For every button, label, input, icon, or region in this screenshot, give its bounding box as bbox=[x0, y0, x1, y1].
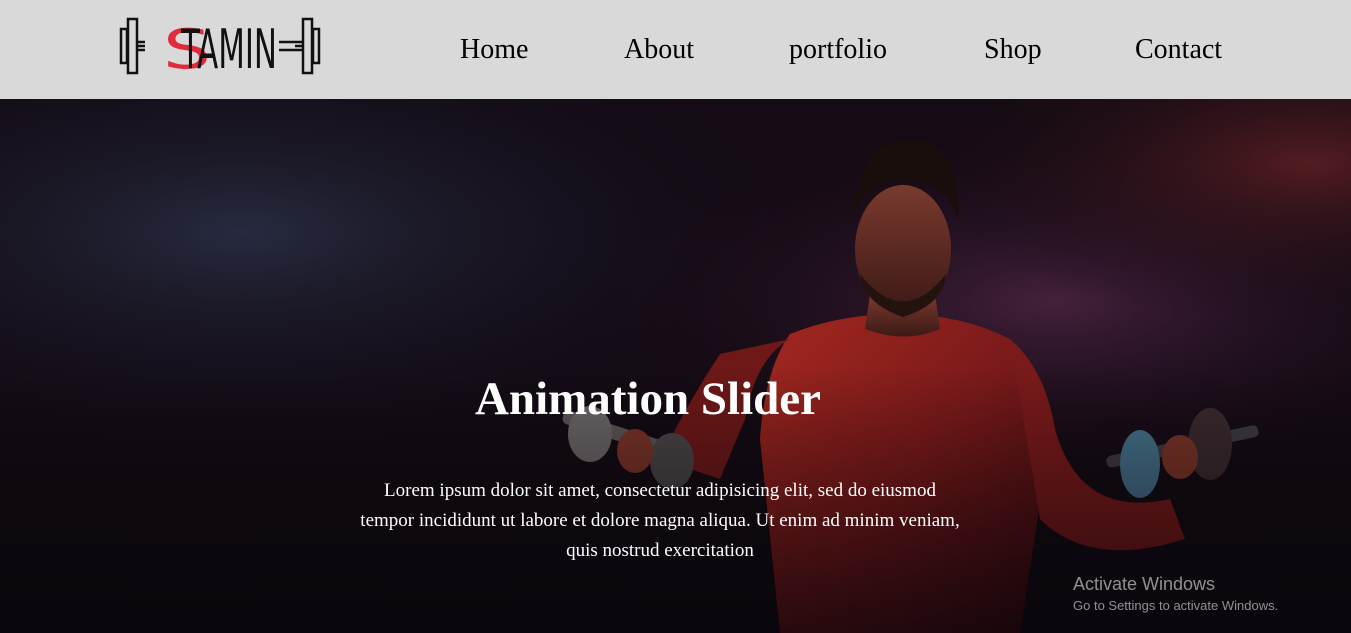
main-nav: Home About portfolio Shop Contact bbox=[0, 30, 1351, 70]
hero-slider: Animation Slider Lorem ipsum dolor sit a… bbox=[0, 99, 1351, 633]
watermark-subtitle: Go to Settings to activate Windows. bbox=[1073, 598, 1279, 613]
nav-about-link[interactable]: About bbox=[624, 30, 694, 70]
nav-portfolio-link[interactable]: portfolio bbox=[789, 30, 887, 70]
site-header: S TAMIN Home About portfolio Shop Contac… bbox=[0, 0, 1351, 99]
watermark-title: Activate Windows bbox=[1073, 574, 1216, 594]
nav-contact-link[interactable]: Contact bbox=[1135, 30, 1222, 70]
hero-title: Animation Slider bbox=[474, 373, 821, 425]
nav-home-link[interactable]: Home bbox=[460, 30, 528, 70]
windows-activation-watermark: Activate Windows Go to Settings to activ… bbox=[1073, 571, 1278, 615]
nav-shop-link[interactable]: Shop bbox=[984, 30, 1042, 70]
hero-description: Lorem ipsum dolor sit amet, consectetur … bbox=[360, 480, 960, 561]
